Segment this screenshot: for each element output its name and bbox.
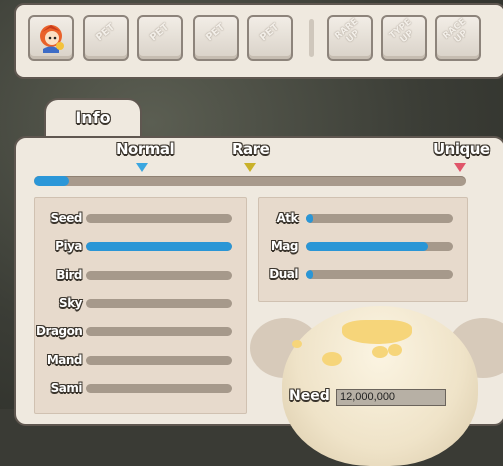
grade-rare-marker-icon xyxy=(244,163,256,172)
pet-slot-label: PET xyxy=(258,21,282,44)
stat-bar xyxy=(86,355,232,365)
need-label: Need xyxy=(289,388,330,404)
stat-label: Bird xyxy=(56,267,82,282)
tab-info-label: Info xyxy=(75,108,111,127)
pet-egg-icon xyxy=(282,306,478,466)
stat-label: Piya xyxy=(55,239,82,254)
pet-slot-label: PET xyxy=(148,21,172,44)
pet-slot[interactable]: PET xyxy=(137,15,183,61)
stat-bar xyxy=(306,242,453,251)
grade-unique-label: Unique xyxy=(433,140,490,158)
stat-bar xyxy=(86,383,232,393)
pet-slot[interactable]: PET xyxy=(83,15,129,61)
stat-bar xyxy=(86,270,232,280)
rare-up-button[interactable]: RARE UP xyxy=(327,15,373,61)
pet-slot-label: PET xyxy=(204,21,228,44)
grade-progress-fill xyxy=(34,176,69,186)
slot-bar: PET PET PET PET RARE UP TYPE UP RACE UP xyxy=(14,3,503,79)
stat-bar-fill xyxy=(306,270,314,279)
rare-up-label: RARE UP xyxy=(333,16,362,46)
pet-slot[interactable]: PET xyxy=(193,15,239,61)
type-up-button[interactable]: TYPE UP xyxy=(381,15,427,61)
grade-unique-marker-icon xyxy=(454,163,466,172)
tab-info[interactable]: Info xyxy=(44,98,142,138)
pet-slot[interactable]: PET xyxy=(247,15,293,61)
type-up-label: TYPE UP xyxy=(387,17,416,46)
stat-bar xyxy=(86,242,232,252)
stat-label: Sky xyxy=(59,295,82,310)
stat-label: Mand xyxy=(46,352,83,367)
pet-slot-label: PET xyxy=(94,21,118,44)
stat-label: Atk xyxy=(276,211,298,225)
grade-rare-label: Rare xyxy=(232,140,270,158)
stat-bar xyxy=(306,270,453,279)
race-up-label: RACE UP xyxy=(441,16,470,46)
need-value-field: 12,000,000 xyxy=(336,389,446,406)
stat-label: Sami xyxy=(50,380,83,395)
stat-bar xyxy=(86,327,232,337)
slot-divider xyxy=(309,19,314,57)
stat-bar-fill xyxy=(86,242,232,252)
character-slot[interactable] xyxy=(28,15,74,61)
stat-label: Dual xyxy=(269,267,298,281)
stat-bar-fill xyxy=(306,214,314,223)
stat-bar-fill xyxy=(306,242,428,251)
stat-bar xyxy=(86,214,232,223)
stat-bar xyxy=(86,298,232,308)
grade-normal-marker-icon xyxy=(136,163,148,172)
race-up-button[interactable]: RACE UP xyxy=(435,15,481,61)
grade-normal-label: Normal xyxy=(116,140,175,158)
character-portrait-icon xyxy=(36,22,66,54)
stat-label: Mag xyxy=(270,239,299,253)
stat-label: Seed xyxy=(50,211,82,225)
grade-progress-bar xyxy=(34,176,466,186)
stat-bar xyxy=(306,214,453,223)
stat-label: Dragon xyxy=(36,324,83,339)
